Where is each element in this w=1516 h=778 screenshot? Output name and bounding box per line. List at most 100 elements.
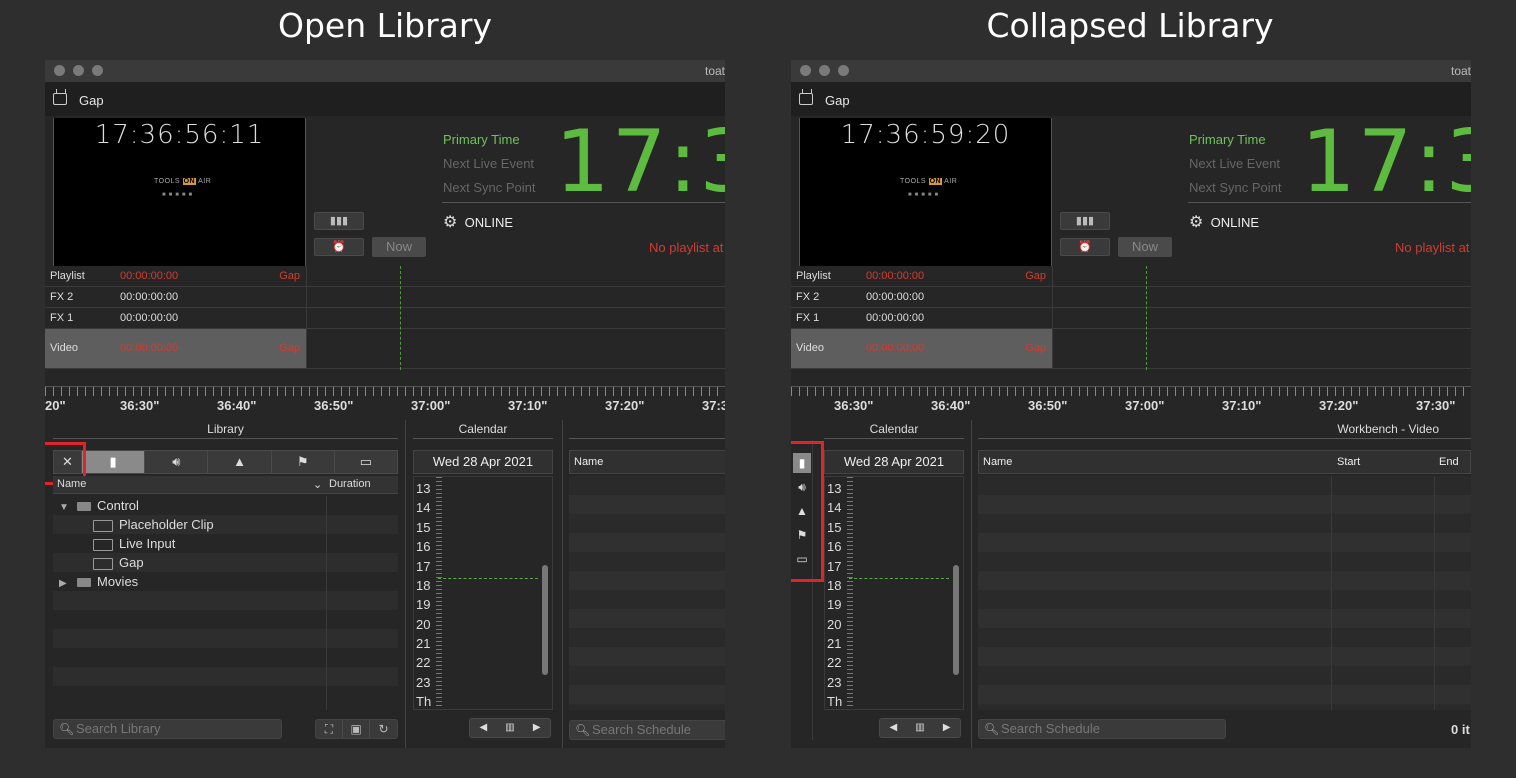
column-duration[interactable]: Duration: [329, 478, 371, 490]
levels-button[interactable]: ▮▮▮: [314, 212, 364, 230]
refresh-icon[interactable]: ↻: [370, 720, 397, 738]
alarm-clock-icon: ⏰: [1078, 241, 1092, 253]
timeline-lane[interactable]: [306, 308, 725, 329]
window-title: toat: [1450, 64, 1471, 78]
now-button[interactable]: Now: [1118, 237, 1172, 257]
schedule-search-input[interactable]: 🔍︎ Search Schedule: [569, 720, 725, 740]
close-window-button[interactable]: [54, 65, 65, 76]
column-name[interactable]: Name: [57, 478, 86, 490]
ruler-label: 36:40": [931, 398, 971, 413]
timeline-lane[interactable]: [306, 266, 725, 287]
calendar-scrollbar[interactable]: [542, 565, 548, 675]
track-row-video[interactable]: Video 00:00:00:00 Gap: [45, 329, 306, 369]
track-timecode: 00:00:00:00: [120, 291, 179, 303]
timeline-ruler[interactable]: 20" 36:30" 36:40" 36:50" 37:00" 37:10" 3…: [45, 380, 725, 420]
list-item[interactable]: Placeholder Clip: [53, 515, 398, 534]
timeline-lane[interactable]: [1052, 329, 1471, 369]
track-row-fx2[interactable]: FX 2 00:00:00:00: [791, 287, 1052, 308]
timeline-lane[interactable]: [306, 329, 725, 369]
zoom-window-button[interactable]: [92, 65, 103, 76]
list-row-empty: [53, 610, 398, 629]
ruler-label: 20": [45, 398, 66, 413]
library-tab-audio[interactable]: 🔊︎: [145, 451, 209, 473]
next-live-event-label[interactable]: Next Live Event: [443, 152, 536, 176]
timeline-lane[interactable]: [1052, 266, 1471, 287]
disclosure-closed-icon[interactable]: ▶: [59, 578, 71, 589]
panel-divider[interactable]: [562, 420, 563, 748]
alarm-button[interactable]: ⏰: [314, 238, 364, 256]
minimize-window-button[interactable]: [819, 65, 830, 76]
column-name[interactable]: Name: [574, 456, 603, 468]
minimize-window-button[interactable]: [73, 65, 84, 76]
track-row-video[interactable]: Video 00:00:00:00 Gap: [791, 329, 1052, 369]
next-live-event-label[interactable]: Next Live Event: [1189, 152, 1282, 176]
disclosure-open-icon[interactable]: ▼: [59, 502, 71, 513]
list-item[interactable]: ▼ Control: [53, 496, 398, 515]
next-day-button[interactable]: ▶: [933, 719, 960, 737]
speaker-icon: 🔊︎: [172, 454, 181, 469]
sort-chevron-icon[interactable]: ⌄: [313, 478, 322, 491]
list-item[interactable]: Gap: [53, 553, 398, 572]
column-start[interactable]: Start: [1337, 456, 1360, 468]
list-row-empty: [53, 686, 398, 705]
list-item[interactable]: ▶ Movies: [53, 572, 398, 591]
list-row-empty: [53, 591, 398, 610]
schedule-list[interactable]: [569, 476, 725, 710]
schedule-search-input[interactable]: 🔍︎ Search Schedule: [978, 719, 1226, 739]
library-search-input[interactable]: 🔍︎ Search Library: [53, 719, 282, 739]
today-button[interactable]: ▥: [907, 719, 934, 737]
library-tab-images[interactable]: ▲: [208, 451, 272, 473]
expand-icon[interactable]: ⛶: [316, 720, 343, 738]
column-end[interactable]: End: [1439, 456, 1459, 468]
current-time-line: [849, 578, 949, 579]
panel-divider[interactable]: [971, 420, 972, 748]
close-window-button[interactable]: [800, 65, 811, 76]
levels-button[interactable]: ▮▮▮: [1060, 212, 1110, 230]
ruler-label: 37:10": [1222, 398, 1262, 413]
primary-time-label[interactable]: Primary Time: [1189, 128, 1282, 152]
today-button[interactable]: ▥: [497, 719, 524, 737]
folder-icon: [77, 578, 91, 588]
previous-day-button[interactable]: ◀: [470, 719, 497, 737]
timeline-ruler[interactable]: 36:30" 36:40" 36:50" 37:00" 37:10" 37:20…: [791, 380, 1471, 420]
previous-day-button[interactable]: ◀: [880, 719, 907, 737]
next-sync-point-label[interactable]: Next Sync Point: [443, 176, 536, 200]
calendar-scrollbar[interactable]: [953, 565, 959, 675]
track-row-playlist[interactable]: Playlist 00:00:00:00 Gap: [45, 266, 306, 287]
timeline-lane[interactable]: [1052, 287, 1471, 308]
library-tab-windows[interactable]: ▭: [335, 451, 397, 473]
library-tab-markers[interactable]: ⚑: [272, 451, 335, 473]
track-row-playlist[interactable]: Playlist 00:00:00:00 Gap: [791, 266, 1052, 287]
zoom-window-button[interactable]: [838, 65, 849, 76]
primary-time-label[interactable]: Primary Time: [443, 128, 536, 152]
divider: [978, 438, 1471, 439]
now-button[interactable]: Now: [372, 237, 426, 257]
track-name: FX 1: [796, 312, 820, 324]
list-row-empty: [53, 667, 398, 686]
playhead[interactable]: [1146, 266, 1147, 370]
next-sync-point-label[interactable]: Next Sync Point: [1189, 176, 1282, 200]
workbench-list[interactable]: [978, 476, 1471, 710]
panel-divider[interactable]: [405, 420, 406, 748]
track-row-fx1[interactable]: FX 1 00:00:00:00: [45, 308, 306, 329]
calendar-day-view[interactable]: 13 14 15 16 17 18 19 20 21 22 23 Th: [413, 476, 553, 710]
calendar-day-view[interactable]: 13 14 15 16 17 18 19 20 21 22 23 Th: [824, 476, 964, 710]
calendar-date[interactable]: Wed 28 Apr 2021: [413, 450, 553, 474]
collapsed-library-window: toat Gap 17:36:59:20 TOOLS ON AIR ■■■■■ …: [791, 60, 1471, 748]
list-item[interactable]: Live Input: [53, 534, 398, 553]
next-day-button[interactable]: ▶: [523, 719, 550, 737]
playhead[interactable]: [400, 266, 401, 370]
image-icon[interactable]: ▣: [343, 720, 370, 738]
timeline-lane[interactable]: [1052, 308, 1471, 329]
track-row-fx2[interactable]: FX 2 00:00:00:00: [45, 287, 306, 308]
now-playing-bar: Gap: [791, 82, 1471, 116]
track-gap: Gap: [1025, 342, 1046, 354]
alarm-button[interactable]: ⏰: [1060, 238, 1110, 256]
hour-label: 19: [827, 597, 842, 612]
calendar-date[interactable]: Wed 28 Apr 2021: [824, 450, 964, 474]
collapsed-library-heading: Collapsed Library: [986, 6, 1274, 45]
column-name[interactable]: Name: [983, 456, 1012, 468]
timeline-lane[interactable]: [306, 287, 725, 308]
library-tab-media[interactable]: ▮: [82, 451, 146, 473]
track-row-fx1[interactable]: FX 1 00:00:00:00: [791, 308, 1052, 329]
